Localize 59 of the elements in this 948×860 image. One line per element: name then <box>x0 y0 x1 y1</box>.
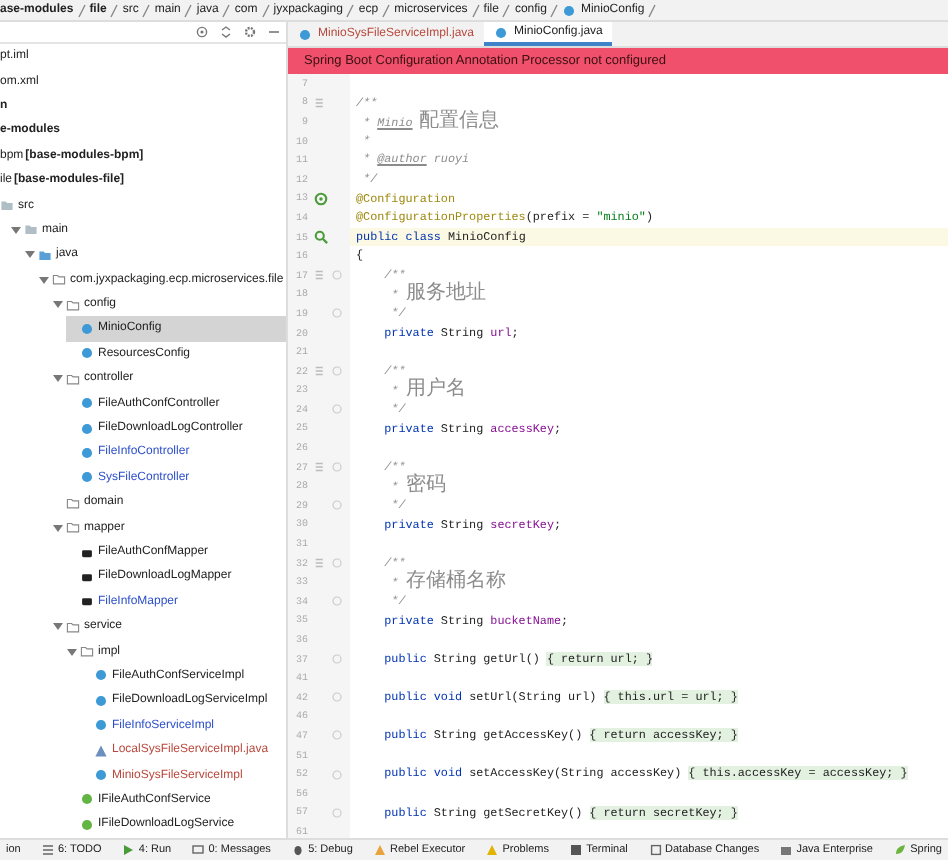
terminal-icon <box>570 844 583 856</box>
flame-icon <box>374 844 387 856</box>
package-folder-icon <box>66 371 80 386</box>
separator-icon <box>550 3 559 17</box>
messages-icon <box>192 844 205 856</box>
fold-icon[interactable] <box>332 769 342 780</box>
fold-icon[interactable] <box>332 270 342 281</box>
doc-comment-icon[interactable] <box>314 460 328 475</box>
fold-icon[interactable] <box>332 596 342 607</box>
collapse-icon[interactable] <box>220 26 232 38</box>
settings-icon[interactable] <box>244 26 256 38</box>
bean-search-icon[interactable] <box>314 230 328 245</box>
class-icon <box>562 3 577 17</box>
separator-icon <box>261 3 270 17</box>
expanded-arrow-icon[interactable] <box>10 223 22 236</box>
class-icon <box>94 768 108 783</box>
separator-icon <box>110 3 119 17</box>
list-icon <box>41 844 54 856</box>
java-file-icon <box>94 743 108 758</box>
run-icon <box>122 844 135 856</box>
bean-icon[interactable] <box>314 191 328 206</box>
fold-icon[interactable] <box>332 730 342 741</box>
doc-comment-icon[interactable] <box>314 556 328 571</box>
class-icon <box>298 27 312 41</box>
target-icon[interactable] <box>196 26 208 38</box>
separator-icon <box>471 3 480 17</box>
separator-icon <box>222 3 231 17</box>
leaf-icon <box>894 844 907 856</box>
fold-icon[interactable] <box>332 807 342 818</box>
doc-comment-icon[interactable] <box>314 364 328 379</box>
expanded-arrow-icon[interactable] <box>24 248 36 261</box>
fold-icon[interactable] <box>332 692 342 703</box>
separator-icon <box>184 3 193 17</box>
separator-icon <box>382 3 391 17</box>
fold-icon[interactable] <box>332 558 342 569</box>
fold-icon[interactable] <box>332 366 342 377</box>
separator-icon <box>346 3 355 17</box>
doc-comment-icon[interactable] <box>314 95 328 110</box>
separator-icon <box>77 3 86 17</box>
doc-comment-icon[interactable] <box>314 268 328 283</box>
class-icon <box>494 25 509 39</box>
source-folder-icon <box>38 247 52 262</box>
fold-icon[interactable] <box>332 500 342 511</box>
fold-icon[interactable] <box>332 654 342 665</box>
expanded-arrow-icon[interactable] <box>66 645 78 658</box>
bug-icon <box>292 844 305 856</box>
warning-icon <box>486 844 499 856</box>
separator-icon <box>142 3 151 17</box>
expanded-arrow-icon[interactable] <box>52 521 64 534</box>
separator-icon <box>648 3 657 17</box>
expanded-arrow-icon[interactable] <box>38 273 50 286</box>
expanded-arrow-icon[interactable] <box>52 372 64 385</box>
separator-icon <box>502 3 511 17</box>
minimize-icon[interactable] <box>268 26 280 38</box>
expanded-arrow-icon[interactable] <box>52 620 64 633</box>
fold-icon[interactable] <box>332 462 342 473</box>
fold-icon[interactable] <box>332 308 342 319</box>
expanded-arrow-icon[interactable] <box>52 298 64 311</box>
fold-icon[interactable] <box>332 404 342 415</box>
